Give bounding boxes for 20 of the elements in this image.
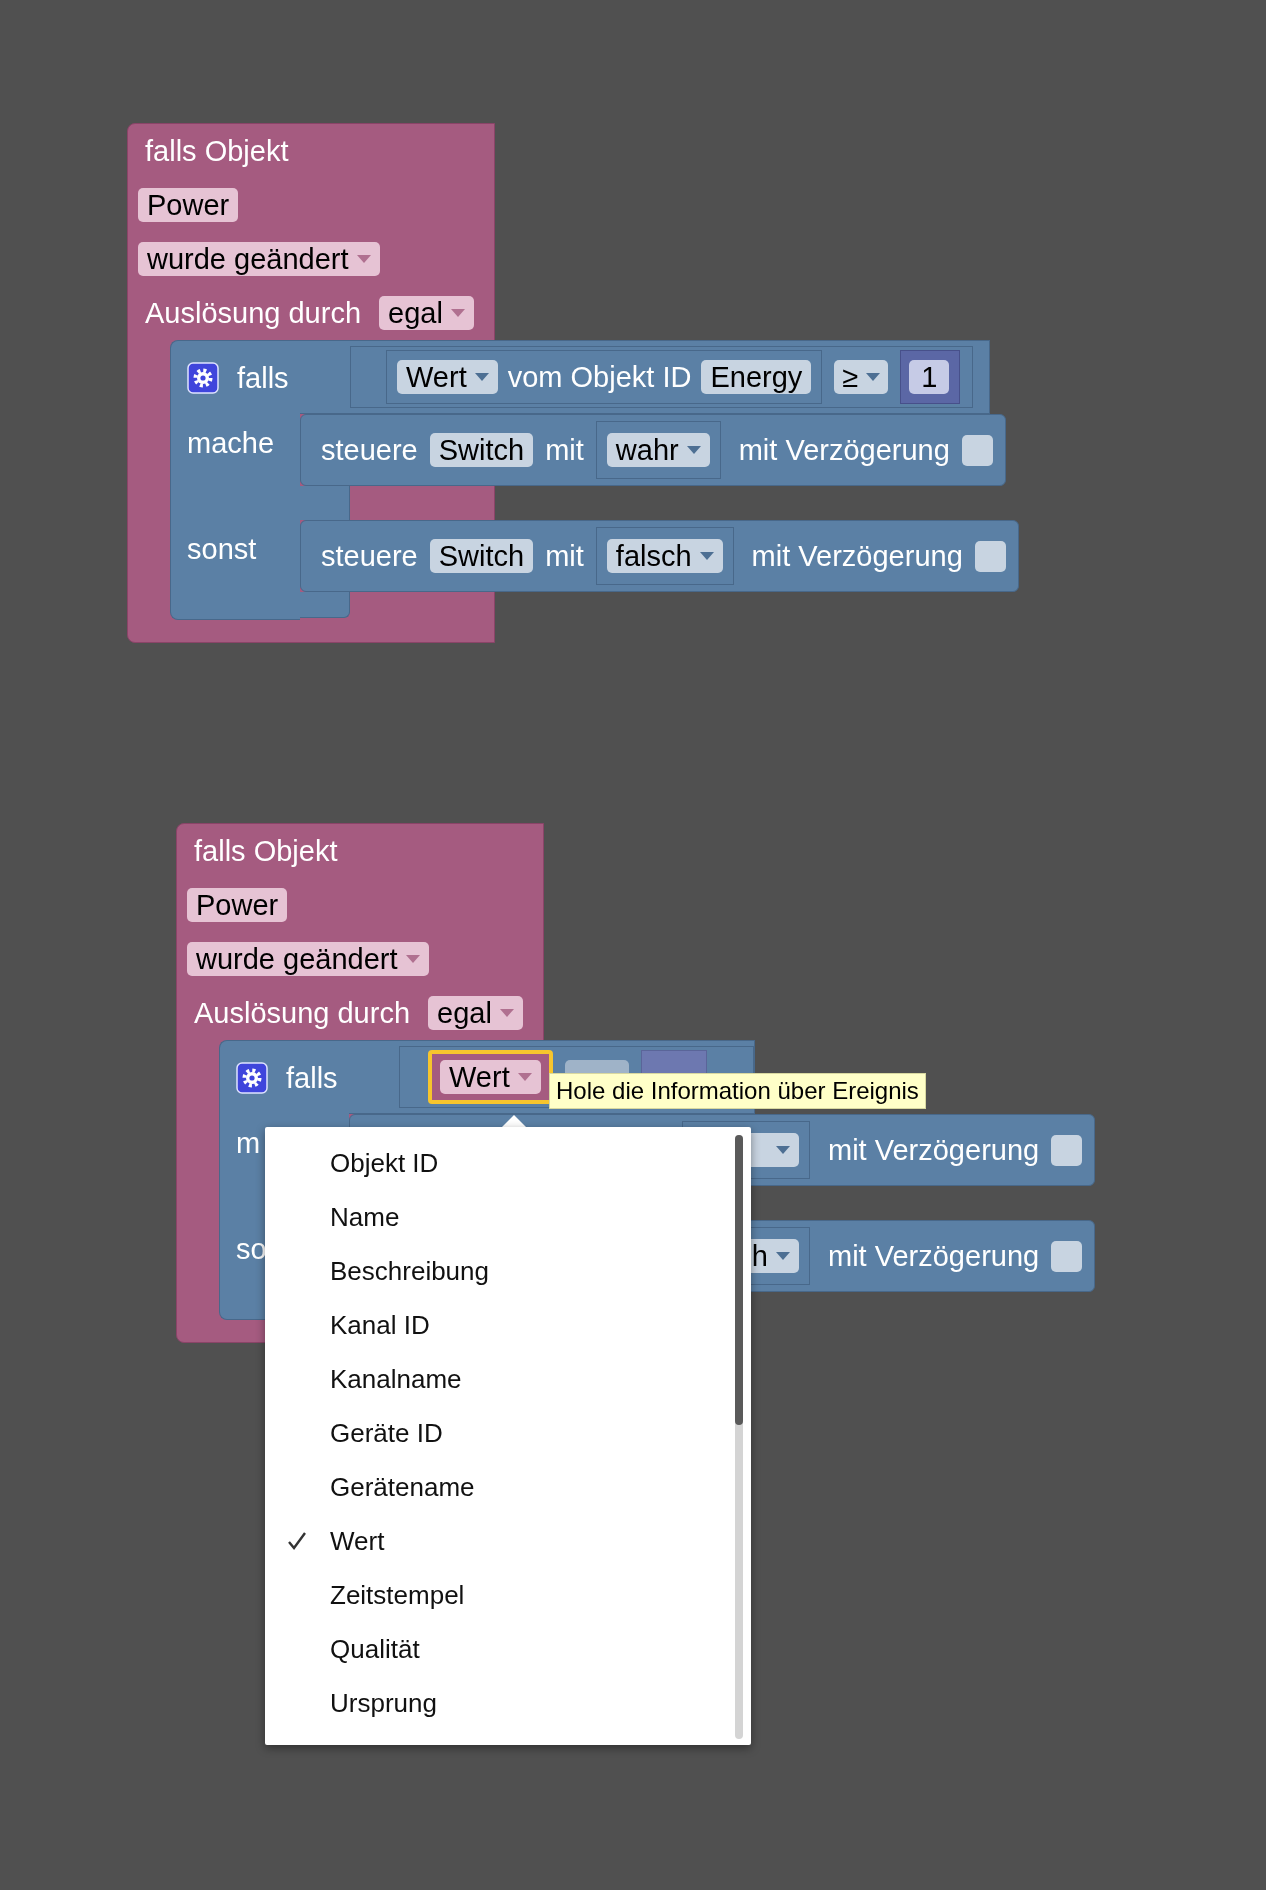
block-label: sonst <box>187 533 257 566</box>
block-label: mit Verzögerung <box>738 433 950 467</box>
block-label: vom Objekt ID <box>507 360 692 394</box>
block-label: mit <box>545 539 584 573</box>
block-label: mit Verzögerung <box>828 1239 1040 1273</box>
block-title: falls Objekt <box>193 833 339 869</box>
block-label: steuere <box>321 433 418 467</box>
block-label: steuere <box>321 539 418 573</box>
block-label: mit Verzögerung <box>828 1133 1040 1167</box>
block-label: Auslösung durch <box>144 296 362 330</box>
block-label: so <box>236 1233 267 1266</box>
block-label: mit Verzögerung <box>751 539 963 573</box>
block-label: m <box>236 1127 261 1160</box>
block-label: falls <box>286 1061 338 1095</box>
block-label: mit <box>545 433 584 467</box>
block-title: falls Objekt <box>144 133 290 169</box>
block-label: mache <box>187 427 275 460</box>
tooltip: Hole die Information über Ereignis <box>549 1073 926 1109</box>
block-label: Auslösung durch <box>193 996 411 1030</box>
block-label: falls <box>237 361 289 395</box>
